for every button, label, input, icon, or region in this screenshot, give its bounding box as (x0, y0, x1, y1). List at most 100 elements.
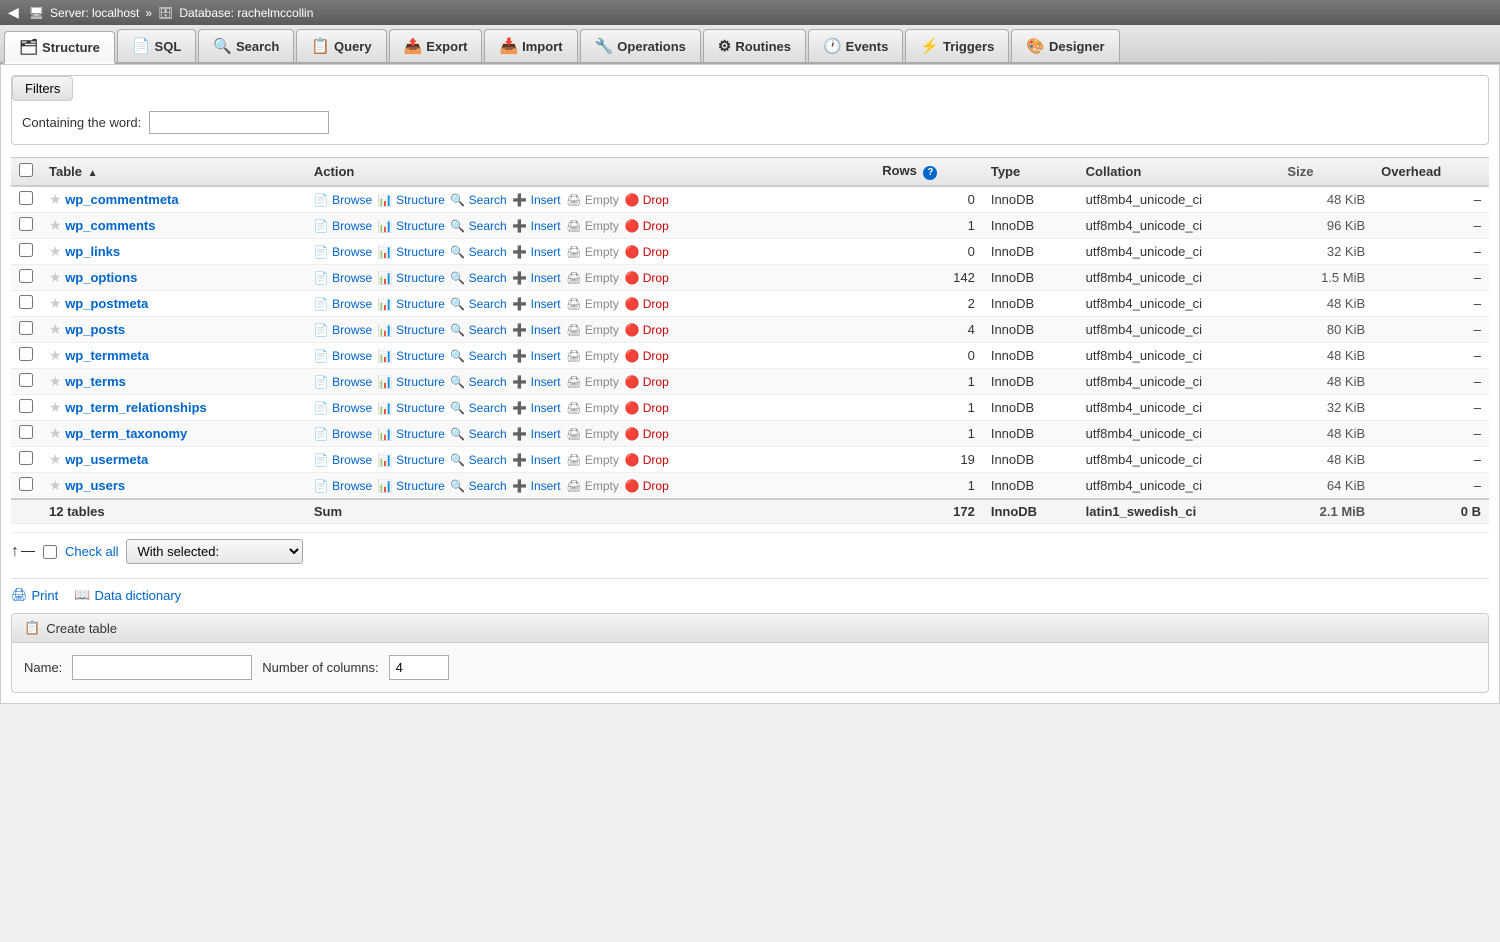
row-checkbox-wp_commentmeta[interactable] (19, 191, 33, 205)
tab-structure[interactable]: 🗂Structure (4, 31, 115, 64)
structure-wp_comments[interactable]: 📊 Structure (378, 219, 445, 233)
search-wp_comments[interactable]: 🔍 Search (450, 219, 506, 233)
row-checkbox-wp_links[interactable] (19, 243, 33, 257)
browse-wp_term_taxonomy[interactable]: 📄 Browse (314, 427, 372, 441)
empty-wp_commentmeta[interactable]: 🖨 Empty (566, 193, 619, 207)
drop-wp_comments[interactable]: 🔴 Drop (624, 219, 668, 233)
structure-wp_options[interactable]: 📊 Structure (378, 271, 445, 285)
table-link-wp_terms[interactable]: wp_terms (65, 374, 126, 389)
tab-import[interactable]: 📥Import (484, 29, 577, 62)
search-wp_users[interactable]: 🔍 Search (450, 479, 506, 493)
insert-wp_comments[interactable]: ➕ Insert (512, 219, 560, 233)
check-all-label[interactable]: Check all (65, 544, 118, 559)
structure-wp_posts[interactable]: 📊 Structure (378, 323, 445, 337)
tab-routines[interactable]: ⚙Routines (703, 29, 806, 62)
empty-wp_usermeta[interactable]: 🖨 Empty (566, 453, 619, 467)
star-icon-wp_term_relationships[interactable]: ★ (49, 399, 62, 415)
empty-wp_terms[interactable]: 🖨 Empty (566, 375, 619, 389)
empty-wp_links[interactable]: 🖨 Empty (566, 245, 619, 259)
search-wp_term_relationships[interactable]: 🔍 Search (450, 401, 506, 415)
browse-wp_options[interactable]: 📄 Browse (314, 271, 372, 285)
tab-sql[interactable]: 📄SQL (117, 29, 196, 62)
star-icon-wp_usermeta[interactable]: ★ (49, 451, 62, 467)
search-wp_term_taxonomy[interactable]: 🔍 Search (450, 427, 506, 441)
browse-wp_postmeta[interactable]: 📄 Browse (314, 297, 372, 311)
star-icon-wp_options[interactable]: ★ (49, 269, 62, 285)
print-link[interactable]: 🖨 Print (11, 587, 58, 603)
columns-input[interactable] (389, 655, 449, 680)
star-icon-wp_termmeta[interactable]: ★ (49, 347, 62, 363)
table-link-wp_posts[interactable]: wp_posts (65, 322, 125, 337)
empty-wp_term_taxonomy[interactable]: 🖨 Empty (566, 427, 619, 441)
structure-wp_commentmeta[interactable]: 📊 Structure (378, 193, 445, 207)
browse-wp_links[interactable]: 📄 Browse (314, 245, 372, 259)
table-link-wp_users[interactable]: wp_users (65, 478, 125, 493)
insert-wp_usermeta[interactable]: ➕ Insert (512, 453, 560, 467)
insert-wp_links[interactable]: ➕ Insert (512, 245, 560, 259)
drop-wp_users[interactable]: 🔴 Drop (624, 479, 668, 493)
drop-wp_commentmeta[interactable]: 🔴 Drop (624, 193, 668, 207)
table-link-wp_comments[interactable]: wp_comments (65, 218, 155, 233)
col-table[interactable]: Table ▲ (41, 158, 306, 187)
search-wp_termmeta[interactable]: 🔍 Search (450, 349, 506, 363)
star-icon-wp_comments[interactable]: ★ (49, 217, 62, 233)
row-checkbox-wp_options[interactable] (19, 269, 33, 283)
search-wp_terms[interactable]: 🔍 Search (450, 375, 506, 389)
search-wp_options[interactable]: 🔍 Search (450, 271, 506, 285)
row-checkbox-wp_terms[interactable] (19, 373, 33, 387)
star-icon-wp_users[interactable]: ★ (49, 477, 62, 493)
star-icon-wp_posts[interactable]: ★ (49, 321, 62, 337)
drop-wp_usermeta[interactable]: 🔴 Drop (624, 453, 668, 467)
empty-wp_posts[interactable]: 🖨 Empty (566, 323, 619, 337)
with-selected-dropdown[interactable]: With selected:BrowseStructureSearchAnaly… (126, 539, 303, 564)
star-icon-wp_terms[interactable]: ★ (49, 373, 62, 389)
table-link-wp_commentmeta[interactable]: wp_commentmeta (65, 192, 178, 207)
row-checkbox-wp_term_taxonomy[interactable] (19, 425, 33, 439)
empty-wp_term_relationships[interactable]: 🖨 Empty (566, 401, 619, 415)
table-link-wp_options[interactable]: wp_options (65, 270, 137, 285)
check-all-checkbox[interactable] (43, 545, 57, 559)
browse-wp_commentmeta[interactable]: 📄 Browse (314, 193, 372, 207)
row-checkbox-wp_usermeta[interactable] (19, 451, 33, 465)
rows-info-icon[interactable]: ? (923, 166, 937, 180)
structure-wp_postmeta[interactable]: 📊 Structure (378, 297, 445, 311)
tab-designer[interactable]: 🎨Designer (1011, 29, 1119, 62)
drop-wp_term_taxonomy[interactable]: 🔴 Drop (624, 427, 668, 441)
structure-wp_usermeta[interactable]: 📊 Structure (378, 453, 445, 467)
browse-wp_comments[interactable]: 📄 Browse (314, 219, 372, 233)
drop-wp_postmeta[interactable]: 🔴 Drop (624, 297, 668, 311)
structure-wp_term_taxonomy[interactable]: 📊 Structure (378, 427, 445, 441)
row-checkbox-wp_comments[interactable] (19, 217, 33, 231)
table-link-wp_term_relationships[interactable]: wp_term_relationships (65, 400, 207, 415)
browse-wp_posts[interactable]: 📄 Browse (314, 323, 372, 337)
empty-wp_postmeta[interactable]: 🖨 Empty (566, 297, 619, 311)
browse-wp_usermeta[interactable]: 📄 Browse (314, 453, 372, 467)
search-wp_links[interactable]: 🔍 Search (450, 245, 506, 259)
table-name-input[interactable] (72, 655, 252, 680)
empty-wp_comments[interactable]: 🖨 Empty (566, 219, 619, 233)
tab-triggers[interactable]: ⚡Triggers (905, 29, 1009, 62)
structure-wp_users[interactable]: 📊 Structure (378, 479, 445, 493)
insert-wp_terms[interactable]: ➕ Insert (512, 375, 560, 389)
structure-wp_term_relationships[interactable]: 📊 Structure (378, 401, 445, 415)
drop-wp_term_relationships[interactable]: 🔴 Drop (624, 401, 668, 415)
browse-wp_termmeta[interactable]: 📄 Browse (314, 349, 372, 363)
filter-input[interactable] (149, 111, 329, 134)
star-icon-wp_term_taxonomy[interactable]: ★ (49, 425, 62, 441)
browse-wp_terms[interactable]: 📄 Browse (314, 375, 372, 389)
insert-wp_commentmeta[interactable]: ➕ Insert (512, 193, 560, 207)
row-checkbox-wp_users[interactable] (19, 477, 33, 491)
data-dictionary-link[interactable]: 📖 Data dictionary (74, 587, 181, 603)
structure-wp_terms[interactable]: 📊 Structure (378, 375, 445, 389)
insert-wp_options[interactable]: ➕ Insert (512, 271, 560, 285)
star-icon-wp_links[interactable]: ★ (49, 243, 62, 259)
search-wp_postmeta[interactable]: 🔍 Search (450, 297, 506, 311)
drop-wp_options[interactable]: 🔴 Drop (624, 271, 668, 285)
tab-search[interactable]: 🔍Search (198, 29, 294, 62)
structure-wp_termmeta[interactable]: 📊 Structure (378, 349, 445, 363)
insert-wp_term_taxonomy[interactable]: ➕ Insert (512, 427, 560, 441)
row-checkbox-wp_posts[interactable] (19, 321, 33, 335)
select-all-checkbox[interactable] (19, 163, 33, 177)
browse-wp_term_relationships[interactable]: 📄 Browse (314, 401, 372, 415)
empty-wp_options[interactable]: 🖨 Empty (566, 271, 619, 285)
